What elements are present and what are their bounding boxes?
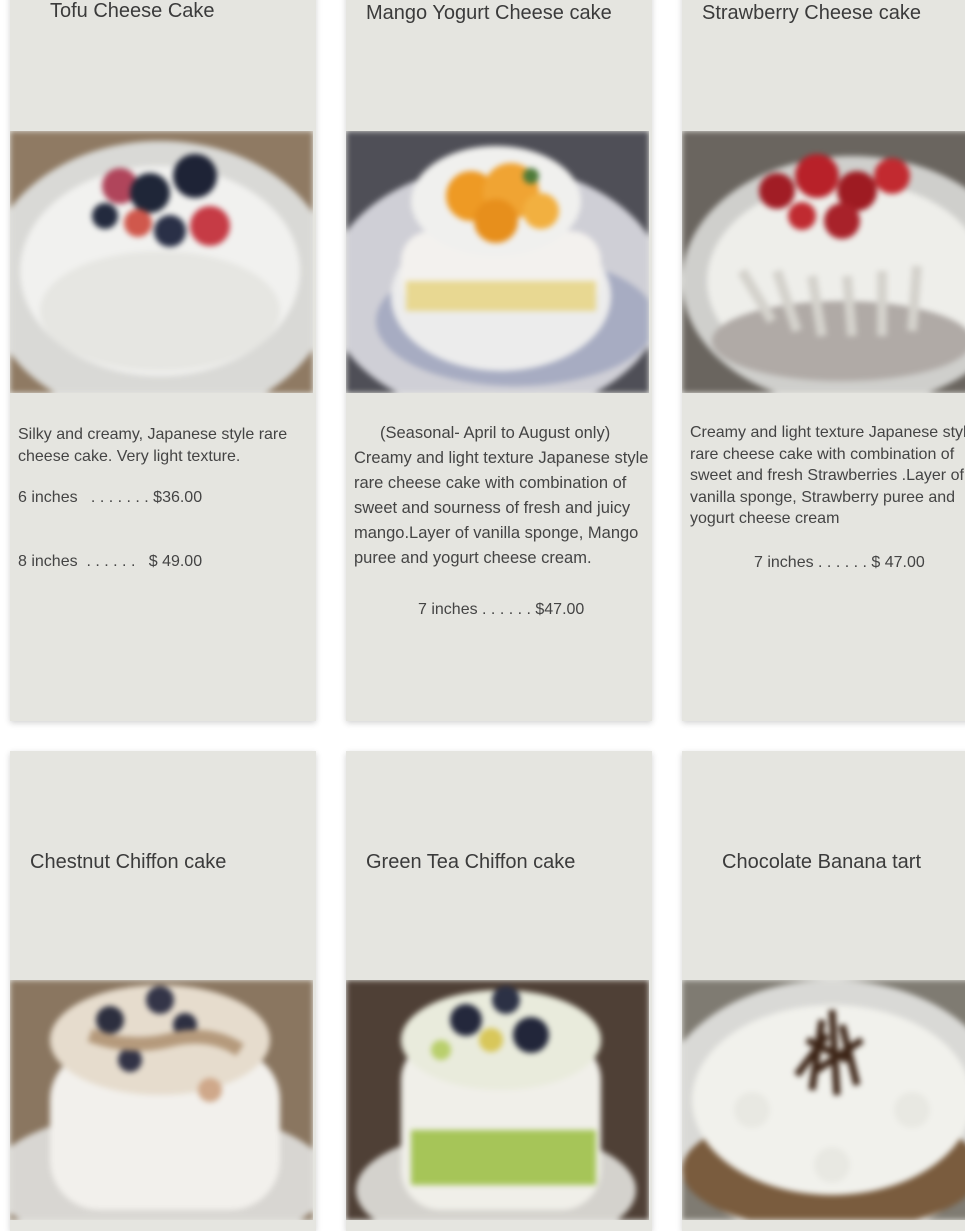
chocolate-banana-tart-photo[interactable] — [682, 980, 965, 1220]
product-description-text: Creamy and light texture Japanese style … — [354, 449, 649, 567]
price-8-inch: 8 inches . . . . . . $ 49.00 — [18, 553, 203, 570]
green-tea-chiffon-photo[interactable] — [346, 980, 649, 1220]
product-title: Mango Yogurt Cheese cake — [366, 2, 612, 24]
product-card-tofu[interactable]: Tofu Cheese Cake Silky and creamy, Japan… — [10, 0, 316, 721]
product-title: Green Tea Chiffon cake — [366, 851, 576, 873]
product-title: Strawberry Cheese cake — [702, 2, 921, 24]
product-title: Chocolate Banana tart — [722, 851, 922, 873]
product-title: Tofu Cheese Cake — [50, 0, 215, 22]
price-7-inch: 7 inches . . . . . . $ 47.00 — [754, 554, 925, 571]
price-7-inch: 7 inches . . . . . . $47.00 — [418, 601, 585, 618]
product-card-mango[interactable]: Mango Yogurt Cheese cake (Seasonal- Apri… — [346, 0, 652, 721]
tofu-cheesecake-photo[interactable] — [10, 131, 313, 393]
product-card-chestnut[interactable]: Chestnut Chiffon cake — [10, 751, 316, 1231]
strawberry-cheesecake-photo[interactable] — [682, 131, 965, 393]
product-description: Creamy and light texture Japanese style … — [690, 424, 965, 527]
product-card-green-tea[interactable]: Green Tea Chiffon cake — [346, 751, 652, 1231]
product-description: Silky and creamy, Japanese style rare ch… — [18, 426, 288, 465]
product-title: Chestnut Chiffon cake — [30, 851, 227, 873]
price-6-inch: 6 inches . . . . . . . $36.00 — [18, 489, 203, 506]
chestnut-chiffon-photo[interactable] — [10, 980, 313, 1220]
product-description: (Seasonal- April to August only) Creamy … — [354, 421, 654, 571]
mango-cheesecake-photo[interactable] — [346, 131, 649, 393]
product-card-strawberry[interactable]: Strawberry Cheese cake Creamy and light … — [682, 0, 965, 721]
seasonal-note: (Seasonal- April to August only) — [380, 424, 611, 442]
product-card-chocolate-banana[interactable]: Chocolate Banana tart — [682, 751, 965, 1231]
